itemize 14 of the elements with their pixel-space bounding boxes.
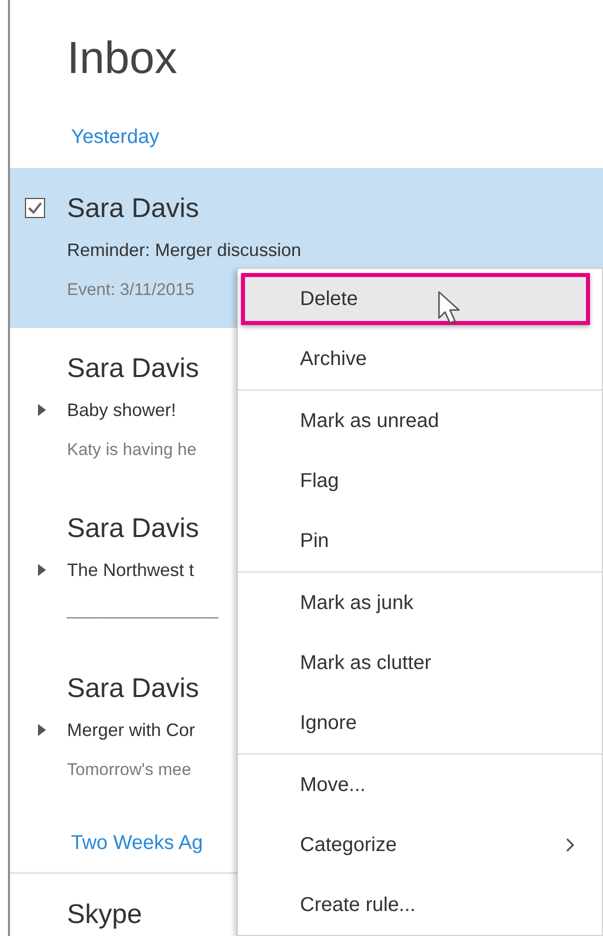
sender-name: Sara Davis	[67, 512, 200, 544]
message-subject: Reminder: Merger discussion	[67, 240, 302, 260]
message-preview: Tomorrow's mee	[67, 760, 192, 780]
sender-name: Sara Davis	[67, 672, 200, 704]
message-preview: Katy is having he	[67, 440, 196, 460]
sender-name: Sara Davis	[67, 192, 200, 224]
inbox-title: Inbox	[66, 31, 178, 85]
sender-name: Sara Davis	[67, 352, 200, 384]
message-preview: ________________	[67, 600, 218, 620]
message-subject: Merger with Cor	[67, 720, 196, 740]
message-subject: The Northwest t	[67, 560, 194, 580]
message-subject: Baby shower!	[67, 400, 176, 420]
date-header: Yesterday	[70, 125, 160, 150]
message-preview: Event: 3/11/2015	[67, 280, 194, 300]
